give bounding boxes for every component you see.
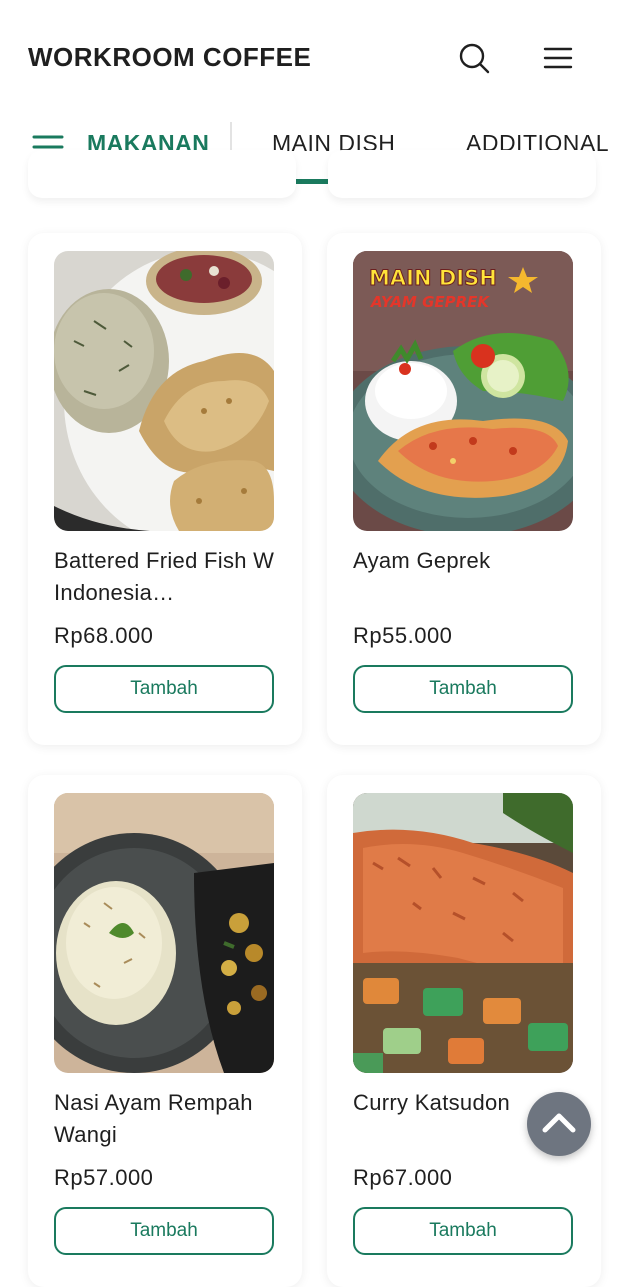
add-to-cart-button[interactable]: Tambah [353, 1207, 573, 1255]
product-card[interactable]: Curry Katsudon Rp67.000 Tambah [327, 775, 601, 1287]
app-header: WORKROOM COFFEE [0, 0, 625, 110]
product-card[interactable]: MAIN DISH AYAM GEPREK Ayam Geprek Rp55.0… [327, 233, 601, 745]
add-to-cart-button[interactable]: Tambah [54, 1207, 274, 1255]
product-name: Ayam Geprek [353, 548, 491, 573]
product-image-ayam-geprek[interactable]: MAIN DISH AYAM GEPREK [353, 251, 573, 531]
product-name: Battered Fried Fish W Indonesia… [54, 548, 275, 605]
previous-card-edge [28, 150, 296, 198]
product-image-nasi-ayam[interactable] [54, 793, 274, 1073]
add-to-cart-button[interactable]: Tambah [353, 665, 573, 713]
search-icon[interactable] [456, 40, 492, 76]
svg-text:AYAM GEPREK: AYAM GEPREK [370, 293, 490, 311]
brand-title: WORKROOM COFFEE [28, 42, 312, 72]
previous-card-edge [328, 150, 596, 198]
chevron-up-icon [542, 1113, 576, 1133]
product-card[interactable]: Battered Fried Fish W Indonesia… Rp68.00… [28, 233, 302, 745]
svg-text:MAIN DISH: MAIN DISH [369, 266, 497, 290]
scroll-to-top-button[interactable] [527, 1092, 591, 1156]
product-image-curry-katsudon[interactable] [353, 793, 573, 1073]
product-price: Rp55.000 [353, 623, 453, 648]
hamburger-menu-icon[interactable] [540, 40, 576, 76]
add-to-cart-button[interactable]: Tambah [54, 665, 274, 713]
product-card[interactable]: Nasi Ayam Rempah Wangi Rp57.000 Tambah [28, 775, 302, 1287]
product-price: Rp67.000 [353, 1165, 453, 1190]
product-price: Rp68.000 [54, 623, 154, 648]
product-name: Nasi Ayam Rempah Wangi [54, 1090, 253, 1147]
product-price: Rp57.000 [54, 1165, 154, 1190]
product-image-fried-fish[interactable] [54, 251, 274, 531]
